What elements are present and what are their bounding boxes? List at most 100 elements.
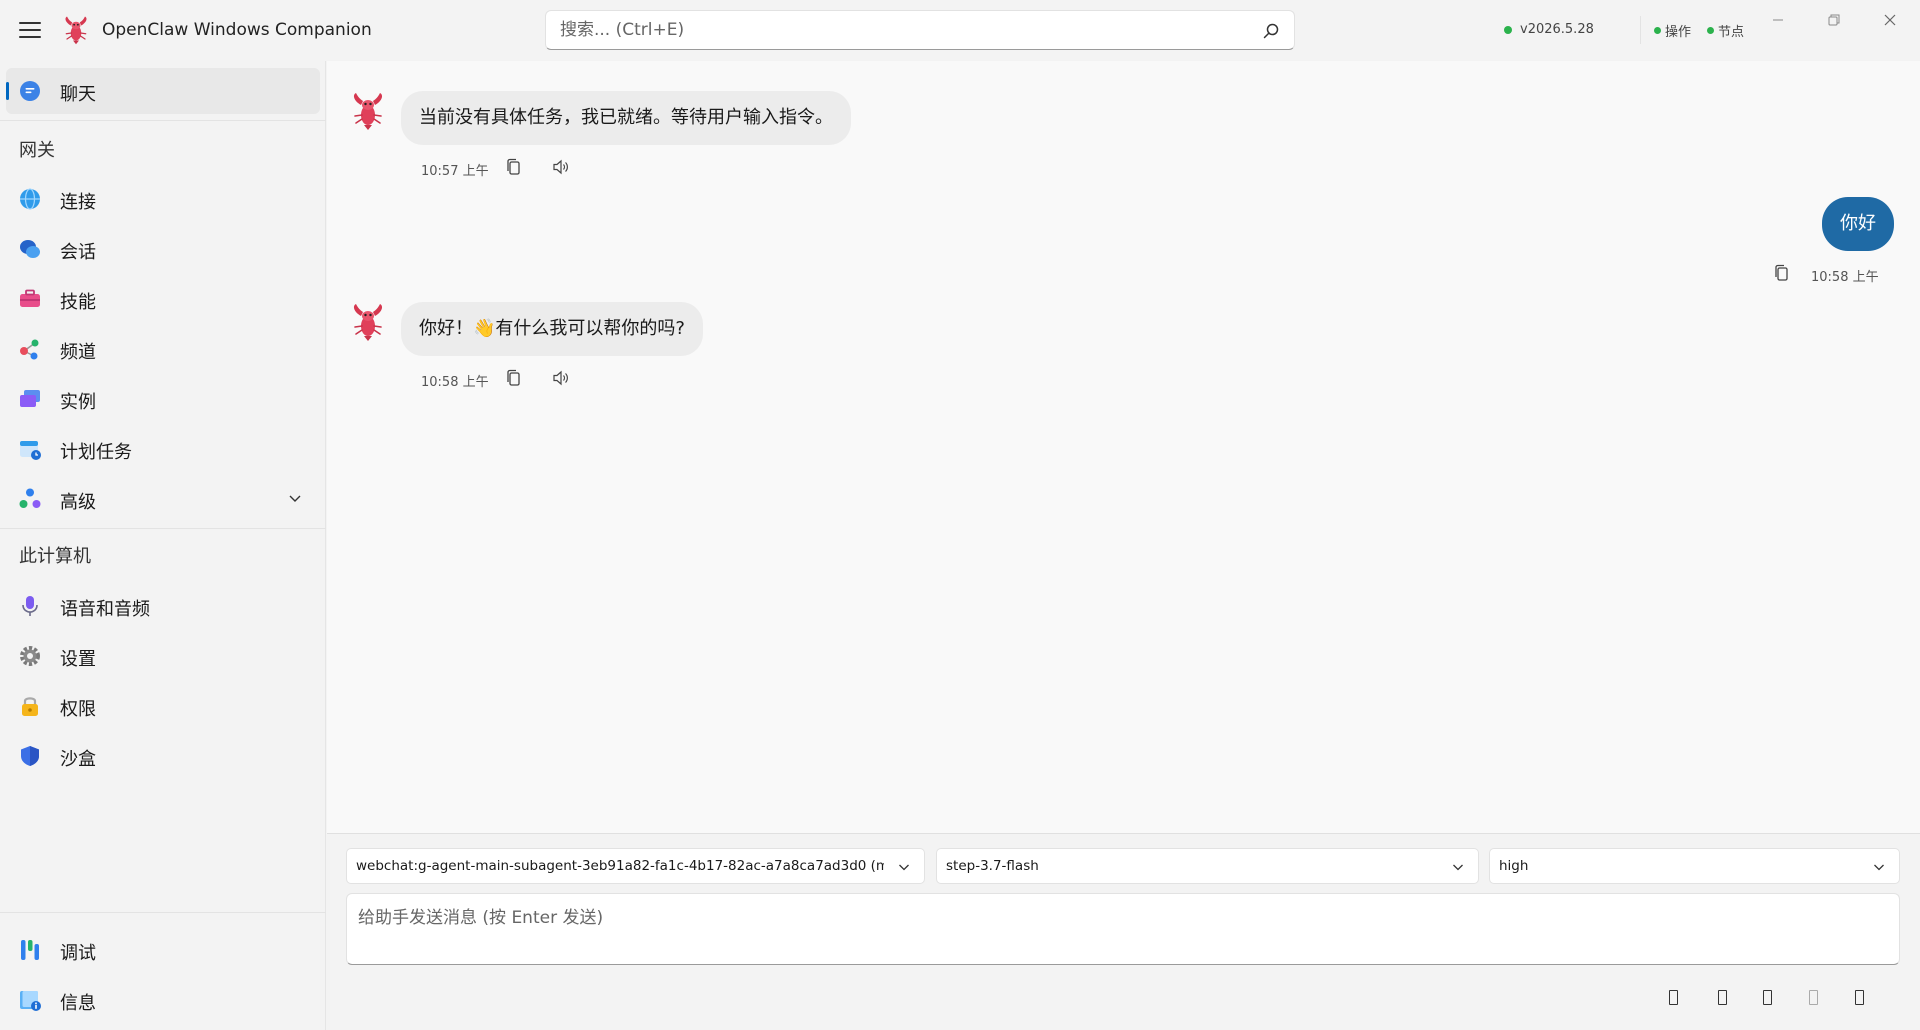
stop-button[interactable] [1805,987,1821,1007]
attach-icon [1668,989,1678,1005]
sidebar-item-label: 频道 [60,342,96,363]
calendar-clock-icon [20,441,41,460]
stop-icon [1808,989,1818,1005]
ops-status[interactable]: 操作 [1654,21,1691,40]
copy-icon[interactable] [505,369,523,387]
sidebar-item-advanced[interactable]: 高级 [6,476,320,522]
gear-icon [20,646,40,666]
status-dot-icon [1707,27,1714,34]
instance-icon [20,390,40,407]
sidebar-item-sessions[interactable]: 会话 [6,226,320,272]
chevron-down-icon [1453,864,1463,871]
sidebar-item-instances[interactable]: 实例 [6,376,320,422]
toolbox-icon [20,289,40,307]
composer: webchat:g-agent-main-subagent-3eb91a82-f… [327,833,1920,1030]
message-text: 你好！ [419,318,473,339]
image-button[interactable] [1714,987,1730,1007]
message-input[interactable] [347,894,1899,964]
sidebar-item-settings[interactable]: 设置 [6,633,320,679]
status-dot-icon [1654,27,1661,34]
message-box[interactable] [346,893,1900,965]
search-box[interactable] [545,10,1295,50]
sidebar-item-scheduled-tasks[interactable]: 计划任务 [6,426,320,472]
model-select[interactable]: step-3.7-flash [936,848,1479,884]
sidebar-item-chat[interactable]: 聊天 [6,68,320,114]
lobster-avatar-icon [353,303,383,342]
advanced-icon [19,488,41,508]
sidebar-item-permissions[interactable]: 权限 [6,683,320,729]
voice-button[interactable] [1759,987,1775,1007]
section-header-this-computer: 此计算机 [19,546,91,567]
title-bar: OpenClaw Windows Companion v2026.5.28 操作… [0,0,1920,61]
sidebar-item-voice-audio[interactable]: 语音和音频 [6,583,320,629]
channel-icon [20,339,39,360]
shield-icon [21,746,39,766]
sidebar-item-label: 聊天 [60,84,96,105]
version-status[interactable]: v2026.5.28 [1504,22,1594,37]
sidebar-item-label: 权限 [60,699,96,720]
sidebar: 聊天 网关 连接 会话 技能 频道 实例 计划任务 高级 此计算机 语音和音频 … [0,61,326,1030]
message-text: 有什么我可以帮你的吗? [495,318,685,339]
sidebar-item-sandbox[interactable]: 沙盒 [6,733,320,779]
message-timestamp: 10:58 上午 [421,375,489,390]
minimize-button[interactable] [1750,0,1806,40]
thinking-level-value: high [1499,858,1529,874]
message-timestamp: 10:58 上午 [1811,270,1879,285]
sidebar-item-label: 计划任务 [60,442,132,463]
active-indicator [6,82,9,100]
user-message-bubble: 你好 [1822,197,1894,251]
copy-icon[interactable] [1773,264,1791,282]
sidebar-item-label: 设置 [60,649,96,670]
thinking-level-select[interactable]: high [1489,848,1900,884]
image-icon [1717,989,1727,1005]
version-label: v2026.5.28 [1520,22,1594,37]
speaker-icon[interactable] [552,369,570,387]
session-select[interactable]: webchat:g-agent-main-subagent-3eb91a82-f… [346,848,925,884]
sidebar-divider [0,912,326,913]
sidebar-item-label: 连接 [60,192,96,213]
sidebar-item-debug[interactable]: 调试 [6,927,320,973]
lock-icon [22,697,38,716]
sidebar-item-label: 会话 [60,242,96,263]
session-select-value: webchat:g-agent-main-subagent-3eb91a82-f… [356,858,884,874]
restore-button[interactable] [1806,0,1862,40]
close-button[interactable] [1862,0,1918,40]
status-divider [1640,16,1641,44]
chat-area: 当前没有具体任务，我已就绪。等待用户输入指令。 10:57 上午 你好 10:5… [327,61,1920,834]
sidebar-item-label: 沙盒 [60,749,96,770]
chevron-down-icon[interactable] [288,493,302,503]
nodes-status[interactable]: 节点 [1707,21,1744,40]
sidebar-item-label: 技能 [60,292,96,313]
book-icon [20,991,41,1011]
sidebar-item-connect[interactable]: 连接 [6,176,320,222]
sidebar-item-info[interactable]: 信息 [6,977,320,1023]
sidebar-item-label: 语音和音频 [60,599,150,620]
menu-icon[interactable] [17,20,43,40]
search-icon[interactable] [1262,22,1280,40]
nodes-label: 节点 [1718,25,1745,40]
restore-icon [1828,14,1840,26]
chevron-down-icon [1874,864,1884,871]
chevron-down-icon [899,864,909,871]
speaker-icon[interactable] [552,158,570,176]
debug-icon [21,940,39,960]
ops-label: 操作 [1665,25,1692,40]
lobster-avatar-icon [353,92,383,131]
lobster-logo-icon [64,15,88,45]
app-title: OpenClaw Windows Companion [102,20,372,40]
copy-icon[interactable] [505,158,523,176]
sidebar-item-label: 实例 [60,392,96,413]
message-timestamp: 10:57 上午 [421,164,489,179]
close-icon [1884,14,1896,26]
minimize-icon [1773,19,1783,21]
attach-button[interactable] [1665,987,1681,1007]
microphone-icon [22,596,38,616]
sidebar-item-skills[interactable]: 技能 [6,276,320,322]
sidebar-item-channels[interactable]: 频道 [6,326,320,372]
voice-icon [1762,989,1772,1005]
send-button[interactable] [1851,987,1867,1007]
send-icon [1854,989,1864,1005]
sidebar-item-label: 调试 [60,943,96,964]
sidebar-item-label: 高级 [60,492,96,513]
search-input[interactable] [546,11,1246,49]
